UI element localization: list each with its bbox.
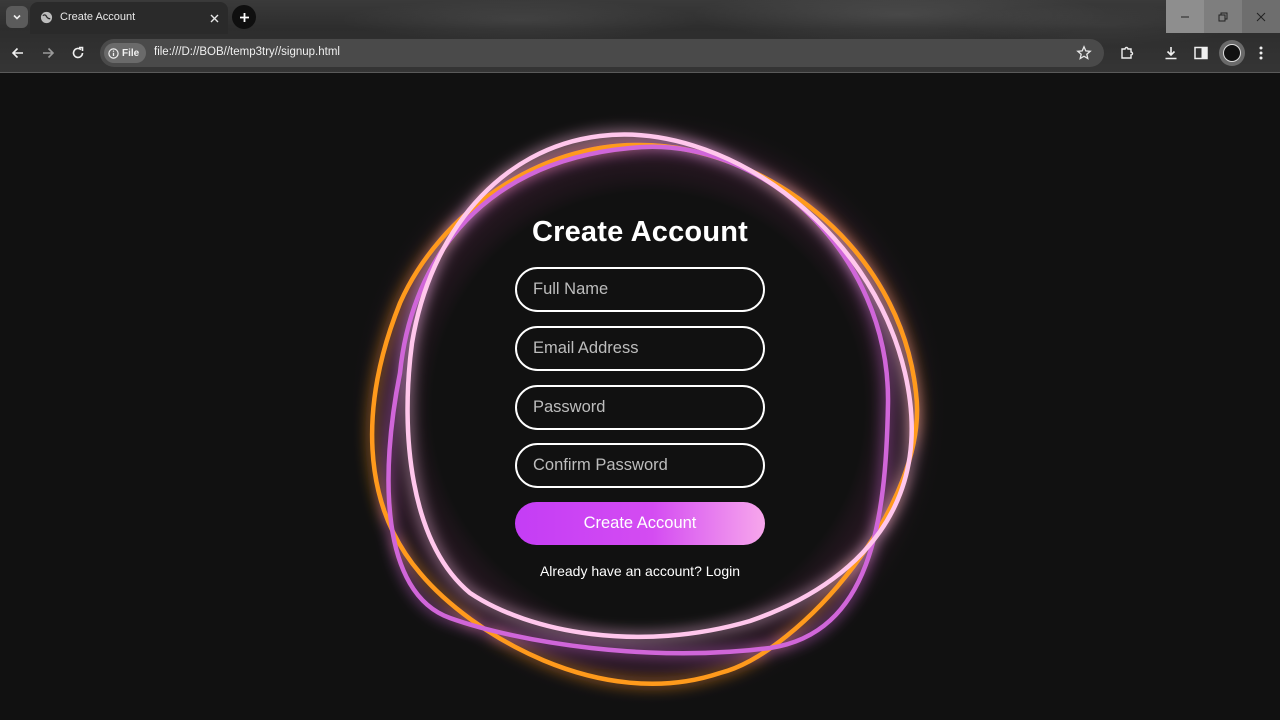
active-tab[interactable]: Create Account: [30, 2, 228, 34]
tab-close-icon[interactable]: [206, 10, 222, 26]
plus-icon: [239, 12, 249, 22]
minimize-button[interactable]: [1166, 0, 1204, 33]
login-link[interactable]: Login: [706, 563, 740, 579]
email-field[interactable]: [515, 326, 765, 371]
tab-title: Create Account: [60, 11, 136, 23]
chevron-down-icon: [13, 14, 21, 20]
side-panel-button[interactable]: [1191, 43, 1211, 63]
reload-button[interactable]: [68, 43, 88, 63]
restore-button[interactable]: [1204, 0, 1242, 33]
info-icon: [108, 47, 119, 59]
address-bar[interactable]: File file:///D://BOB//temp3try//signup.h…: [100, 39, 1104, 67]
signup-page: Create Account Create Account Already ha…: [0, 73, 1280, 720]
back-button[interactable]: [8, 43, 28, 63]
forward-button[interactable]: [38, 43, 58, 63]
extensions-button[interactable]: [1117, 43, 1137, 63]
new-tab-button[interactable]: [232, 5, 256, 29]
arrow-right-icon: [43, 47, 55, 59]
close-window-button[interactable]: [1242, 0, 1280, 33]
globe-icon: [40, 11, 53, 24]
login-prompt-text: Already have an account?: [539, 563, 702, 579]
login-prompt: Already have an account? Login: [495, 563, 785, 579]
tab-search-button[interactable]: [6, 6, 28, 28]
download-icon: [1165, 47, 1177, 60]
puzzle-icon: [1121, 46, 1134, 59]
more-vert-icon: [1259, 46, 1263, 60]
site-info-label: File: [122, 47, 140, 59]
browser-chrome: Create Account File file:///D://BOB//tem…: [0, 0, 1280, 73]
url-text[interactable]: file:///D://BOB//temp3try//signup.html: [154, 46, 340, 58]
site-info-chip[interactable]: File: [104, 43, 146, 63]
minimize-icon: [1181, 16, 1189, 17]
side-panel-icon: [1194, 46, 1208, 60]
confirm-password-field[interactable]: [515, 443, 765, 488]
form-title: Create Account: [531, 216, 749, 248]
profile-avatar[interactable]: [1219, 40, 1245, 66]
reload-icon: [72, 46, 84, 59]
password-field[interactable]: [515, 385, 765, 430]
bookmark-star-icon[interactable]: [1076, 45, 1092, 61]
restore-icon: [1218, 12, 1228, 21]
full-name-field[interactable]: [515, 267, 765, 312]
close-icon: [1256, 12, 1266, 21]
create-account-button[interactable]: Create Account: [515, 502, 765, 545]
menu-button[interactable]: [1251, 43, 1271, 63]
avatar-icon: [1223, 44, 1241, 62]
arrow-left-icon: [11, 47, 23, 59]
downloads-button[interactable]: [1161, 43, 1181, 63]
